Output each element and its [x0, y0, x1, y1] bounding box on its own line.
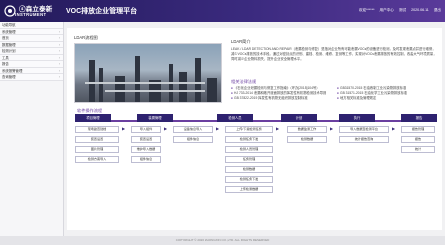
stage-project[interactable]: 项目管理: [75, 114, 111, 122]
stage-personnel[interactable]: 检测人员: [217, 114, 253, 122]
header-link-1[interactable]: 测试: [399, 8, 406, 12]
process-box[interactable]: 设备信息导入: [173, 126, 213, 133]
process-box[interactable]: 现场勘查建档: [75, 126, 119, 133]
footer: COPYRIGHT © 2020 ZHONGXIN CO.,LTD. ALL R…: [0, 236, 445, 245]
chevron-right-icon: ›: [58, 55, 60, 60]
process-box[interactable]: 统计: [401, 146, 435, 153]
logout-link[interactable]: 退出: [434, 8, 441, 12]
standards-list-right: ●GB31570-2015 石油炼制工业污染物排放标准 ●GB 31571-20…: [337, 86, 439, 101]
process-box[interactable]: 装置设置: [75, 136, 119, 143]
main-content: LDAR流程图 LDAR简介 LEAK / LDAR DETECTION AND…: [67, 28, 442, 230]
stage-report[interactable]: 报告: [401, 114, 437, 122]
process-box[interactable]: 检测任务下发: [225, 136, 273, 143]
process-box[interactable]: 组件信息: [173, 136, 213, 143]
logo-subtext: INSTRUMENT: [15, 12, 47, 17]
arrow-right-icon: ▶: [392, 126, 396, 131]
chevron-right-icon: ›: [58, 49, 60, 53]
process-box[interactable]: 图片管理: [75, 146, 119, 153]
process-box[interactable]: 组件信息: [131, 156, 161, 163]
process-box[interactable]: 检测人员管理: [225, 146, 273, 153]
arrow-right-icon: ▶: [276, 126, 280, 131]
stage-device[interactable]: 装置管理: [137, 114, 173, 122]
arrow-right-icon: ▶: [216, 126, 220, 131]
top-header: ⓢ森立泰新 INSTRUMENT VOC排放企业管理平台 欢迎****** 用户…: [0, 0, 445, 22]
chevron-right-icon: ›: [58, 75, 60, 79]
chevron-right-icon: ›: [58, 68, 60, 73]
process-box[interactable]: 导入数据至检测平台: [339, 126, 389, 133]
arrow-right-icon: ▶: [164, 126, 168, 131]
flow-title: LDAR流程图: [74, 35, 98, 40]
standards-title: 相关法律法规: [231, 79, 257, 84]
refinery-image: [74, 43, 222, 103]
standard-item: ●地方相关标准及管理规定: [337, 96, 377, 100]
sidebar: 功能导航 系统管理 › 首页 › 数据管理 › 检测计划 › 工具 › 报告 › 系统报警管…: [0, 22, 64, 245]
process-box[interactable]: 维护导入数据: [131, 146, 161, 153]
process-box[interactable]: 报告: [401, 136, 435, 143]
standard-item: ●GB 37822-2019 挥发性有机物无组织排放控制标准: [231, 96, 308, 100]
process-box[interactable]: 报告管理: [401, 126, 435, 133]
process-box[interactable]: 上传/下载检测任务: [225, 126, 273, 133]
stage-plan[interactable]: 计划: [281, 114, 317, 122]
process-box[interactable]: 统计报告查询: [339, 136, 389, 143]
process-box[interactable]: 任务管理: [225, 156, 273, 163]
process-box[interactable]: 检测数据: [287, 136, 327, 143]
intro-title: LDAR简介: [231, 39, 251, 44]
process-box[interactable]: 上传检测数据: [225, 186, 273, 193]
arrow-right-icon: ▶: [122, 126, 126, 131]
app-title: VOC排放企业管理平台: [66, 8, 138, 15]
header-date: 2020.06.11: [411, 8, 429, 12]
process-box[interactable]: 数据监测工作: [287, 126, 327, 133]
process-box[interactable]: 导入组件: [131, 126, 161, 133]
intro-text: LEAK / LDAR DETECTION AND REPAIR（泄漏检测与修复…: [231, 47, 437, 61]
process-box[interactable]: 检测数据: [225, 166, 273, 173]
process-box[interactable]: 检测任务下发: [225, 176, 273, 183]
sidebar-item-query[interactable]: 查询管理 ›: [0, 74, 63, 81]
user-center-link[interactable]: 用户中心: [380, 8, 394, 12]
chevron-right-icon: ›: [58, 36, 60, 40]
standards-list-left: ●《石化企业泄漏检测与修复工作指南》（环办[2015]104号） ●HJ 733…: [231, 86, 334, 101]
process-box[interactable]: 装置设置: [131, 136, 161, 143]
process-box[interactable]: 检测方案导入: [75, 156, 119, 163]
stage-line: [79, 120, 435, 122]
header-user-info: 欢迎****** 用户中心 测试 2020.06.11 退出: [355, 8, 441, 13]
arrow-right-icon: ▶: [330, 126, 334, 131]
stage-execute[interactable]: 执行: [339, 114, 375, 122]
chevron-right-icon: ›: [58, 29, 60, 34]
welcome-text: 欢迎******: [358, 8, 375, 12]
chevron-right-icon: ›: [58, 62, 60, 66]
chevron-right-icon: ›: [58, 42, 60, 47]
